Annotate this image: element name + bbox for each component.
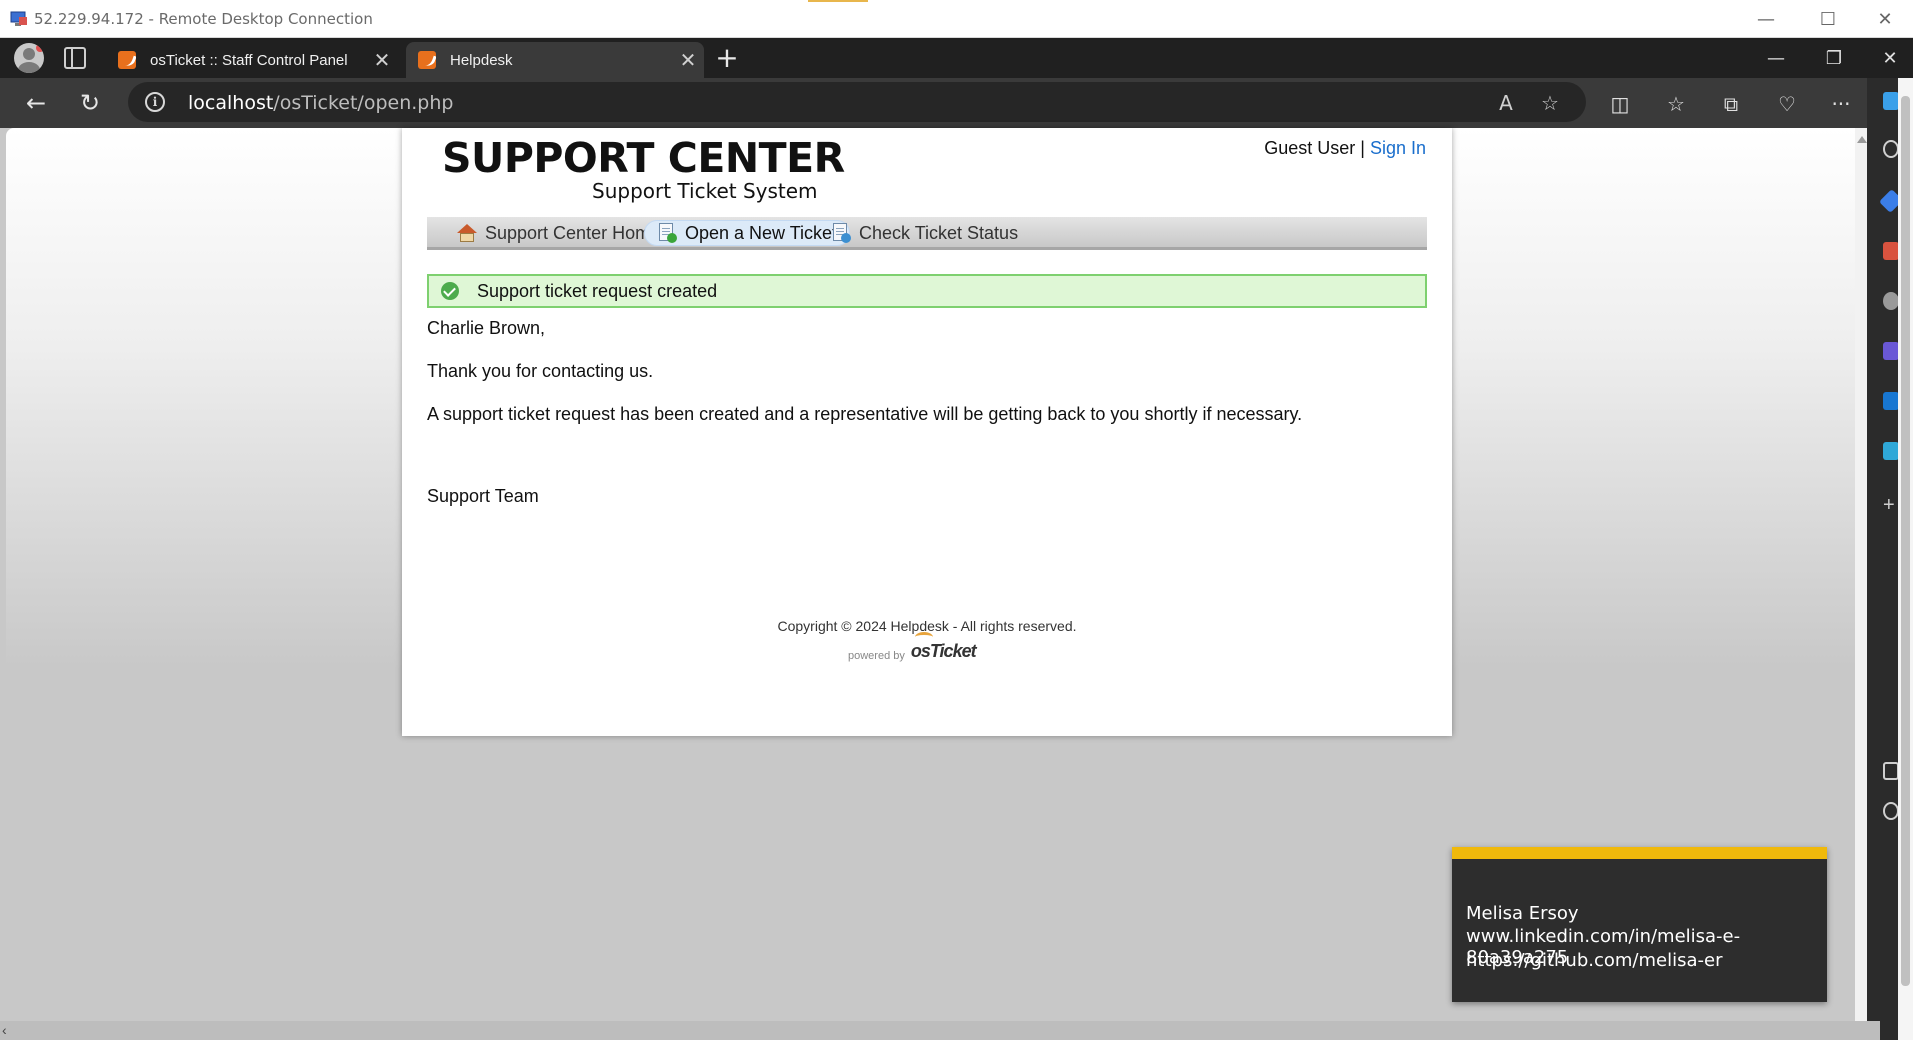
nav-check-ticket-status[interactable]: Check Ticket Status <box>819 220 1030 246</box>
thanks-text: Thank you for contacting us. <box>427 361 654 381</box>
powered-by-osticket[interactable]: powered by osTicket <box>848 632 977 662</box>
success-alert: Support ticket request created <box>427 274 1427 308</box>
games-icon[interactable] <box>1883 292 1899 310</box>
sidebar-layout-icon[interactable] <box>1883 762 1899 780</box>
rdp-close-button[interactable]: ✕ <box>1857 0 1913 38</box>
site-logo[interactable]: SUPPORT CENTER Support Ticket System <box>442 134 845 203</box>
tab-staff-control-panel[interactable]: osTicket :: Staff Control Panel ✕ <box>106 42 398 78</box>
add-sidebar-app-icon[interactable]: + <box>1883 495 1899 515</box>
back-button[interactable]: ← <box>20 88 52 118</box>
osticket-logo: osTicket <box>910 632 977 662</box>
watermark-github: https://github.com/melisa-er <box>1466 950 1723 971</box>
sign-in-link[interactable]: Sign In <box>1370 138 1426 158</box>
more-menu-icon[interactable]: ··· <box>1829 92 1853 116</box>
url-path: /osTicket/open.php <box>273 92 454 114</box>
outlook-icon[interactable] <box>1883 392 1899 410</box>
logo-subtitle: Support Ticket System <box>592 179 818 203</box>
site-info-icon[interactable]: i <box>145 92 165 112</box>
browser-tab-strip: osTicket :: Staff Control Panel ✕ Helpde… <box>0 38 1913 78</box>
split-screen-icon[interactable]: ◫ <box>1608 92 1632 116</box>
office-icon[interactable] <box>1883 342 1899 360</box>
osticket-favicon-icon <box>418 51 436 69</box>
browser-restore-button[interactable]: ❐ <box>1806 38 1862 78</box>
guest-user-label: Guest User <box>1264 138 1356 158</box>
osticket-favicon-icon <box>118 51 136 69</box>
browser-minimize-button[interactable]: — <box>1748 38 1804 78</box>
signoff-text: Support Team <box>427 486 539 506</box>
rdp-title-bar: 52.229.94.172 - Remote Desktop Connectio… <box>0 0 1913 38</box>
avatar-head <box>23 48 35 60</box>
profile-avatar[interactable] <box>14 43 44 73</box>
browser-close-button[interactable]: ✕ <box>1862 38 1913 78</box>
avatar-status-dot <box>36 44 44 52</box>
url-host: localhost <box>188 92 274 114</box>
add-favorite-icon[interactable]: ☆ <box>1539 92 1561 114</box>
osticket-mark-icon <box>914 632 933 642</box>
page-horizontal-scrollbar[interactable]: ‹ <box>0 1021 1880 1040</box>
refresh-button[interactable]: ↻ <box>74 88 106 118</box>
tab-close-icon[interactable]: ✕ <box>366 48 398 72</box>
tab-helpdesk[interactable]: Helpdesk ✕ <box>406 42 704 78</box>
user-separator: | <box>1355 138 1370 158</box>
scroll-up-icon[interactable] <box>1857 136 1867 143</box>
remote-desktop-icon <box>10 11 27 26</box>
rdp-minimize-button[interactable]: — <box>1738 0 1794 38</box>
main-nav: Support Center Home Open a New Ticket Ch… <box>427 217 1427 250</box>
rdp-accent-line <box>808 0 868 2</box>
alert-message: Support ticket request created <box>477 280 718 301</box>
address-bar[interactable]: i localhost/osTicket/open.php A ☆ <box>128 82 1586 122</box>
browser-toolbar: ← ↻ i localhost/osTicket/open.php A ☆ ◫ … <box>0 78 1913 128</box>
tab-actions-icon[interactable] <box>64 47 86 69</box>
watermark-card: Melisa Ersoy www.linkedin.com/in/melisa-… <box>1452 847 1827 1002</box>
browser-essentials-icon[interactable]: ♡ <box>1775 92 1799 116</box>
tab-close-icon[interactable]: ✕ <box>672 48 704 72</box>
check-circle-icon <box>441 282 459 300</box>
outer-vertical-scrollbar[interactable] <box>1898 78 1913 1040</box>
drop-icon[interactable] <box>1883 442 1899 460</box>
copilot-icon[interactable] <box>1883 92 1899 110</box>
url-text[interactable]: localhost/osTicket/open.php <box>188 92 453 114</box>
read-aloud-icon[interactable]: A <box>1495 92 1517 114</box>
watermark-name: Melisa Ersoy <box>1466 903 1579 924</box>
new-ticket-icon <box>657 223 677 243</box>
powered-by-label: powered by <box>848 650 905 662</box>
nav-support-center-home[interactable]: Support Center Home <box>445 220 672 246</box>
tab-label: Helpdesk <box>450 51 513 69</box>
greeting-text: Charlie Brown, <box>427 318 546 338</box>
collections-icon[interactable]: ⧉ <box>1719 92 1743 116</box>
user-info: Guest User | Sign In <box>1264 138 1426 159</box>
sidebar-settings-icon[interactable] <box>1883 802 1899 820</box>
confirmation-text: A support ticket request has been create… <box>427 404 1303 424</box>
avatar-body <box>18 62 40 73</box>
tab-label: osTicket :: Staff Control Panel <box>150 51 348 69</box>
nav-label: Check Ticket Status <box>859 222 1019 243</box>
nav-label: Support Center Home <box>485 222 661 243</box>
favorites-icon[interactable]: ☆ <box>1664 92 1688 116</box>
ticket-status-icon <box>831 223 851 243</box>
rdp-maximize-button[interactable]: ☐ <box>1800 0 1856 38</box>
page-vertical-scrollbar[interactable] <box>1855 128 1867 1021</box>
new-tab-button[interactable]: + <box>714 42 740 74</box>
rdp-window-title: 52.229.94.172 - Remote Desktop Connectio… <box>34 10 373 28</box>
tools-icon[interactable] <box>1883 242 1899 260</box>
home-icon <box>457 223 477 243</box>
nav-label: Open a New Ticket <box>685 222 838 243</box>
logo-title: SUPPORT CENTER <box>442 134 845 182</box>
scroll-left-icon[interactable]: ‹ <box>2 1021 7 1040</box>
osticket-brand-text: osTicket <box>910 641 977 661</box>
search-icon[interactable] <box>1883 140 1899 158</box>
scrollbar-thumb[interactable] <box>1901 96 1910 986</box>
